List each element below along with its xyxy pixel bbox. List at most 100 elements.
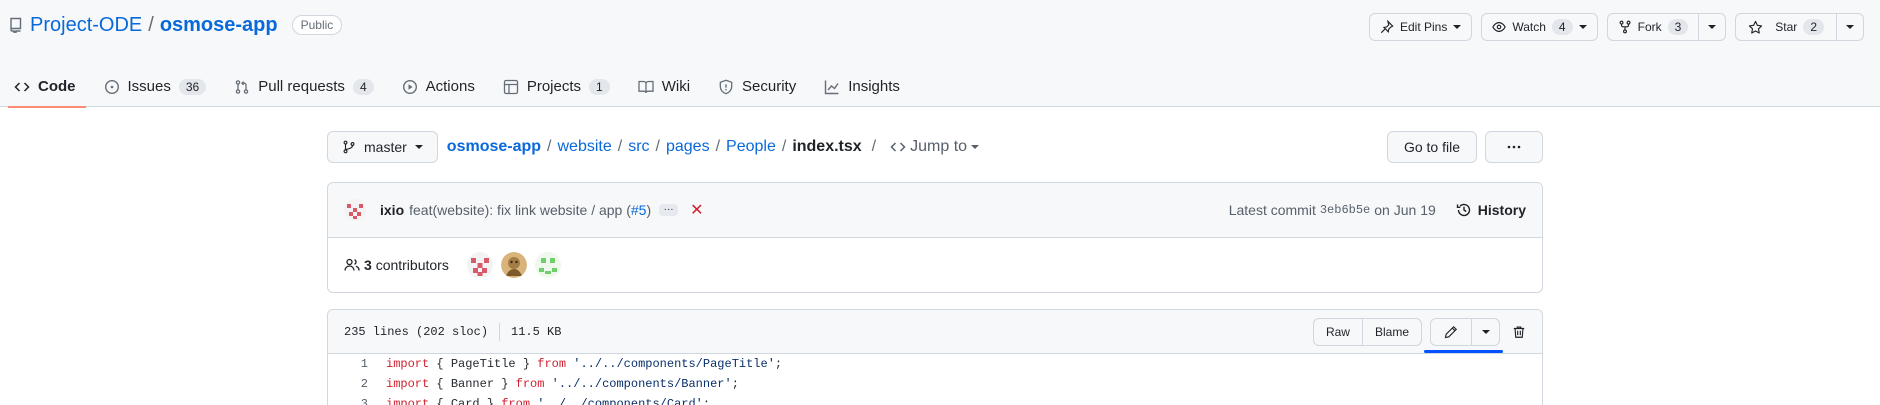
fork-label: Fork: [1637, 20, 1662, 34]
jump-to-button[interactable]: Jump to: [890, 138, 980, 156]
star-icon: [1749, 20, 1763, 34]
play-icon: [402, 79, 418, 95]
line-code: import { PageTitle } from '../../compone…: [386, 357, 783, 371]
branch-name: master: [364, 139, 407, 155]
tab-projects-label: Projects: [526, 78, 582, 95]
tab-security-label: Security: [742, 78, 797, 95]
tab-issues[interactable]: Issues 36: [98, 66, 217, 107]
avatar[interactable]: [466, 252, 493, 278]
file-lines: 235 lines (202 sloc): [344, 324, 489, 339]
file-header: 235 lines (202 sloc) 11.5 KB Raw Blame: [328, 310, 1542, 354]
chevron-down-icon: [1578, 25, 1587, 29]
repo-title: Project-ODE / osmose-app Public: [8, 12, 343, 38]
fork-dropdown[interactable]: [1698, 14, 1725, 40]
contributors-label[interactable]: contributors: [376, 257, 449, 273]
line-number[interactable]: 1: [328, 357, 368, 371]
focus-indicator: [1424, 350, 1503, 353]
pr-link[interactable]: #5: [631, 202, 647, 218]
branch-selector[interactable]: master: [327, 131, 438, 163]
latest-commit: ixio feat(website): fix link website / a…: [328, 183, 1542, 238]
repo-actions: Edit Pins Watch 4 Fork 3 Star 2: [1369, 13, 1864, 41]
commit-sha[interactable]: 3eb6b5e: [1320, 203, 1370, 217]
kebab-horizontal-icon: [1507, 145, 1521, 149]
code-icon: [14, 79, 30, 95]
line-code: import { Card } from '../../components/C…: [386, 397, 711, 405]
pin-icon: [1380, 20, 1394, 34]
breadcrumb-pages[interactable]: pages: [666, 138, 710, 156]
avatar[interactable]: [534, 252, 561, 278]
breadcrumb-people[interactable]: People: [726, 138, 776, 156]
fork-button[interactable]: Fork 3: [1608, 14, 1699, 40]
commit-meta: Latest commit 3eb6b5e on Jun 19 History: [1229, 202, 1526, 218]
go-to-file-button[interactable]: Go to file: [1386, 131, 1477, 163]
breadcrumb-separator: /: [871, 138, 877, 155]
eye-icon: [1492, 22, 1507, 32]
star-dropdown[interactable]: [1836, 14, 1863, 40]
raw-button[interactable]: Raw: [1314, 319, 1362, 345]
issue-icon: [104, 79, 120, 95]
visibility-badge: Public: [291, 15, 343, 35]
history-label: History: [1477, 202, 1526, 218]
tab-code[interactable]: Code: [8, 66, 86, 108]
avatar[interactable]: [500, 252, 527, 278]
repo-owner-link[interactable]: Project-ODE: [30, 14, 142, 37]
pull-requests-count: 4: [352, 78, 374, 95]
edit-pins-button[interactable]: Edit Pins: [1369, 13, 1473, 41]
commit-author[interactable]: ixio: [380, 202, 404, 218]
raw-blame-group: Raw Blame: [1312, 318, 1422, 346]
expand-commit-button[interactable]: ···: [659, 204, 679, 216]
tab-pull-requests[interactable]: Pull requests 4: [228, 66, 383, 107]
tab-insights-label: Insights: [848, 78, 900, 95]
commit-date: on Jun 19: [1374, 202, 1436, 218]
tab-projects[interactable]: Projects 1: [497, 66, 620, 107]
tab-insights[interactable]: Insights: [818, 66, 910, 107]
star-button-group: Star 2: [1735, 13, 1864, 41]
breadcrumb-website[interactable]: website: [558, 138, 612, 156]
chevron-down-icon: [1481, 330, 1490, 334]
tab-actions-label: Actions: [425, 78, 475, 95]
breadcrumb-separator: /: [781, 138, 787, 155]
x-icon[interactable]: ✕: [690, 200, 703, 220]
star-button[interactable]: Star 2: [1736, 14, 1836, 40]
people-icon: [344, 257, 360, 273]
commit-message[interactable]: feat(website): fix link website / app (#…: [409, 202, 651, 218]
more-options-button[interactable]: [1485, 131, 1543, 163]
repo-header: Project-ODE / osmose-app Public Edit Pin…: [0, 0, 1880, 108]
line-code: import { Banner } from '../../components…: [386, 377, 739, 391]
line-number[interactable]: 3: [328, 397, 368, 405]
file-view: master osmose-app / website / src / page…: [327, 131, 1543, 405]
watch-label: Watch: [1512, 20, 1546, 34]
line-number[interactable]: 2: [328, 377, 368, 391]
tab-security[interactable]: Security: [712, 66, 806, 107]
code-line: 2 import { Banner } from '../../componen…: [328, 374, 1542, 394]
code-view: 1 import { PageTitle } from '../../compo…: [328, 354, 1542, 405]
tab-actions[interactable]: Actions: [396, 66, 485, 107]
breadcrumb-src[interactable]: src: [628, 138, 649, 156]
projects-count: 1: [589, 78, 610, 95]
code-line: 1 import { PageTitle } from '../../compo…: [328, 354, 1542, 374]
avatar[interactable]: [344, 199, 366, 221]
file-size: 11.5 KB: [511, 324, 562, 339]
contributor-avatars: [466, 252, 561, 278]
file-box: 235 lines (202 sloc) 11.5 KB Raw Blame 1…: [327, 309, 1543, 405]
edit-dropdown[interactable]: [1471, 319, 1499, 345]
repo-separator: /: [148, 13, 154, 36]
tab-pull-requests-label: Pull requests: [258, 78, 345, 95]
history-button[interactable]: History: [1456, 202, 1526, 218]
watch-button[interactable]: Watch 4: [1481, 13, 1598, 41]
breadcrumb-separator: /: [617, 138, 623, 155]
chevron-down-icon: [1846, 25, 1854, 29]
tab-wiki[interactable]: Wiki: [632, 66, 700, 107]
edit-pins-label: Edit Pins: [1400, 20, 1448, 34]
breadcrumb-repo[interactable]: osmose-app: [447, 138, 541, 156]
blame-button[interactable]: Blame: [1361, 319, 1421, 345]
code-icon: [890, 142, 906, 152]
commit-message-text: feat(website): fix link website / app (: [409, 202, 631, 218]
code-line: 3 import { Card } from '../../components…: [328, 394, 1542, 405]
delete-file-button[interactable]: [1508, 325, 1530, 339]
repo-name-link[interactable]: osmose-app: [160, 14, 278, 37]
breadcrumb-separator: /: [715, 138, 721, 155]
contributors-count[interactable]: 3: [364, 257, 372, 273]
jump-to-label: Jump to: [910, 138, 968, 155]
edit-button[interactable]: [1431, 319, 1471, 345]
